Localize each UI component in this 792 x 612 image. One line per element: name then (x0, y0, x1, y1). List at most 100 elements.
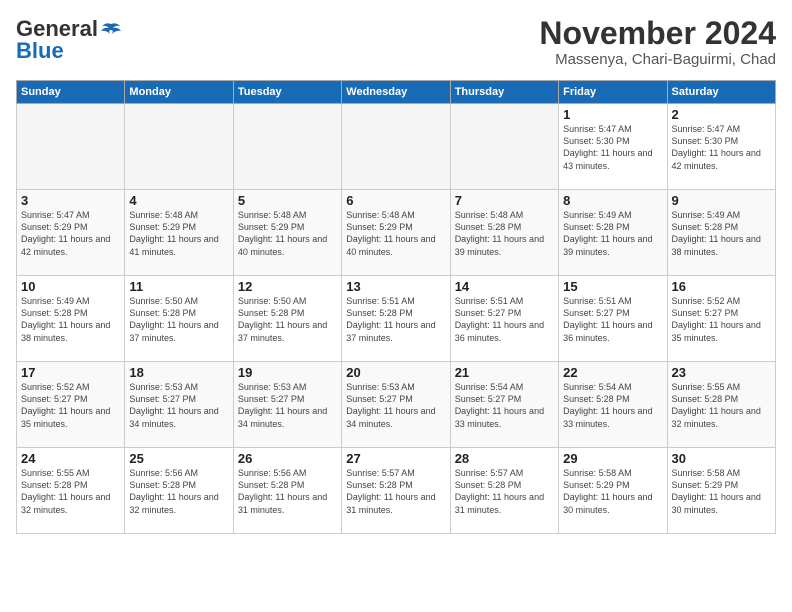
day-number: 10 (21, 279, 120, 294)
day-number: 28 (455, 451, 554, 466)
week-row-2: 3Sunrise: 5:47 AM Sunset: 5:29 PM Daylig… (17, 190, 776, 276)
day-cell: 10Sunrise: 5:49 AM Sunset: 5:28 PM Dayli… (17, 276, 125, 362)
day-cell: 26Sunrise: 5:56 AM Sunset: 5:28 PM Dayli… (233, 448, 341, 534)
day-cell: 9Sunrise: 5:49 AM Sunset: 5:28 PM Daylig… (667, 190, 775, 276)
day-detail: Sunrise: 5:49 AM Sunset: 5:28 PM Dayligh… (563, 209, 662, 258)
day-cell: 14Sunrise: 5:51 AM Sunset: 5:27 PM Dayli… (450, 276, 558, 362)
day-number: 21 (455, 365, 554, 380)
month-title: November 2024 (539, 16, 776, 51)
day-number: 29 (563, 451, 662, 466)
day-cell: 5Sunrise: 5:48 AM Sunset: 5:29 PM Daylig… (233, 190, 341, 276)
logo-blue: Blue (16, 38, 64, 64)
day-number: 25 (129, 451, 228, 466)
day-number: 7 (455, 193, 554, 208)
week-row-5: 24Sunrise: 5:55 AM Sunset: 5:28 PM Dayli… (17, 448, 776, 534)
day-number: 23 (672, 365, 771, 380)
day-cell: 25Sunrise: 5:56 AM Sunset: 5:28 PM Dayli… (125, 448, 233, 534)
day-detail: Sunrise: 5:52 AM Sunset: 5:27 PM Dayligh… (21, 381, 120, 430)
day-number: 3 (21, 193, 120, 208)
day-detail: Sunrise: 5:50 AM Sunset: 5:28 PM Dayligh… (129, 295, 228, 344)
day-cell: 19Sunrise: 5:53 AM Sunset: 5:27 PM Dayli… (233, 362, 341, 448)
day-cell (450, 104, 558, 190)
day-number: 20 (346, 365, 445, 380)
week-row-1: 1Sunrise: 5:47 AM Sunset: 5:30 PM Daylig… (17, 104, 776, 190)
day-detail: Sunrise: 5:58 AM Sunset: 5:29 PM Dayligh… (672, 467, 771, 516)
day-cell: 13Sunrise: 5:51 AM Sunset: 5:28 PM Dayli… (342, 276, 450, 362)
page-header: General Blue November 2024 Massenya, Cha… (16, 16, 776, 68)
week-row-4: 17Sunrise: 5:52 AM Sunset: 5:27 PM Dayli… (17, 362, 776, 448)
calendar-table: SundayMondayTuesdayWednesdayThursdayFrid… (16, 80, 776, 534)
day-detail: Sunrise: 5:58 AM Sunset: 5:29 PM Dayligh… (563, 467, 662, 516)
day-detail: Sunrise: 5:47 AM Sunset: 5:29 PM Dayligh… (21, 209, 120, 258)
col-header-saturday: Saturday (667, 81, 775, 104)
day-cell: 12Sunrise: 5:50 AM Sunset: 5:28 PM Dayli… (233, 276, 341, 362)
logo: General Blue (16, 16, 122, 64)
day-detail: Sunrise: 5:51 AM Sunset: 5:27 PM Dayligh… (455, 295, 554, 344)
day-number: 1 (563, 107, 662, 122)
day-number: 14 (455, 279, 554, 294)
page-container: General Blue November 2024 Massenya, Cha… (0, 0, 792, 542)
day-cell: 3Sunrise: 5:47 AM Sunset: 5:29 PM Daylig… (17, 190, 125, 276)
day-detail: Sunrise: 5:48 AM Sunset: 5:29 PM Dayligh… (129, 209, 228, 258)
day-detail: Sunrise: 5:56 AM Sunset: 5:28 PM Dayligh… (238, 467, 337, 516)
day-number: 8 (563, 193, 662, 208)
day-cell: 27Sunrise: 5:57 AM Sunset: 5:28 PM Dayli… (342, 448, 450, 534)
day-cell: 29Sunrise: 5:58 AM Sunset: 5:29 PM Dayli… (559, 448, 667, 534)
day-detail: Sunrise: 5:50 AM Sunset: 5:28 PM Dayligh… (238, 295, 337, 344)
day-detail: Sunrise: 5:55 AM Sunset: 5:28 PM Dayligh… (21, 467, 120, 516)
day-cell (342, 104, 450, 190)
day-cell: 2Sunrise: 5:47 AM Sunset: 5:30 PM Daylig… (667, 104, 775, 190)
day-detail: Sunrise: 5:49 AM Sunset: 5:28 PM Dayligh… (21, 295, 120, 344)
day-detail: Sunrise: 5:51 AM Sunset: 5:28 PM Dayligh… (346, 295, 445, 344)
day-cell: 7Sunrise: 5:48 AM Sunset: 5:28 PM Daylig… (450, 190, 558, 276)
day-detail: Sunrise: 5:57 AM Sunset: 5:28 PM Dayligh… (346, 467, 445, 516)
day-cell: 6Sunrise: 5:48 AM Sunset: 5:29 PM Daylig… (342, 190, 450, 276)
day-number: 17 (21, 365, 120, 380)
day-cell: 1Sunrise: 5:47 AM Sunset: 5:30 PM Daylig… (559, 104, 667, 190)
day-number: 6 (346, 193, 445, 208)
day-number: 18 (129, 365, 228, 380)
col-header-wednesday: Wednesday (342, 81, 450, 104)
day-cell: 18Sunrise: 5:53 AM Sunset: 5:27 PM Dayli… (125, 362, 233, 448)
day-detail: Sunrise: 5:47 AM Sunset: 5:30 PM Dayligh… (563, 123, 662, 172)
day-cell (233, 104, 341, 190)
day-detail: Sunrise: 5:48 AM Sunset: 5:28 PM Dayligh… (455, 209, 554, 258)
day-cell: 11Sunrise: 5:50 AM Sunset: 5:28 PM Dayli… (125, 276, 233, 362)
col-header-sunday: Sunday (17, 81, 125, 104)
day-cell: 20Sunrise: 5:53 AM Sunset: 5:27 PM Dayli… (342, 362, 450, 448)
day-number: 5 (238, 193, 337, 208)
day-detail: Sunrise: 5:48 AM Sunset: 5:29 PM Dayligh… (346, 209, 445, 258)
day-detail: Sunrise: 5:47 AM Sunset: 5:30 PM Dayligh… (672, 123, 771, 172)
day-number: 26 (238, 451, 337, 466)
day-detail: Sunrise: 5:51 AM Sunset: 5:27 PM Dayligh… (563, 295, 662, 344)
day-detail: Sunrise: 5:57 AM Sunset: 5:28 PM Dayligh… (455, 467, 554, 516)
day-number: 30 (672, 451, 771, 466)
day-cell: 30Sunrise: 5:58 AM Sunset: 5:29 PM Dayli… (667, 448, 775, 534)
day-number: 22 (563, 365, 662, 380)
day-number: 27 (346, 451, 445, 466)
day-cell: 28Sunrise: 5:57 AM Sunset: 5:28 PM Dayli… (450, 448, 558, 534)
day-cell: 16Sunrise: 5:52 AM Sunset: 5:27 PM Dayli… (667, 276, 775, 362)
day-detail: Sunrise: 5:56 AM Sunset: 5:28 PM Dayligh… (129, 467, 228, 516)
col-header-monday: Monday (125, 81, 233, 104)
day-number: 13 (346, 279, 445, 294)
day-cell: 24Sunrise: 5:55 AM Sunset: 5:28 PM Dayli… (17, 448, 125, 534)
location: Massenya, Chari-Baguirmi, Chad (539, 51, 776, 68)
day-detail: Sunrise: 5:53 AM Sunset: 5:27 PM Dayligh… (346, 381, 445, 430)
day-cell: 4Sunrise: 5:48 AM Sunset: 5:29 PM Daylig… (125, 190, 233, 276)
day-number: 12 (238, 279, 337, 294)
col-header-friday: Friday (559, 81, 667, 104)
day-number: 24 (21, 451, 120, 466)
day-cell (17, 104, 125, 190)
day-cell: 21Sunrise: 5:54 AM Sunset: 5:27 PM Dayli… (450, 362, 558, 448)
title-block: November 2024 Massenya, Chari-Baguirmi, … (539, 16, 776, 68)
logo-bird-icon (100, 22, 122, 38)
day-detail: Sunrise: 5:52 AM Sunset: 5:27 PM Dayligh… (672, 295, 771, 344)
col-header-tuesday: Tuesday (233, 81, 341, 104)
week-row-3: 10Sunrise: 5:49 AM Sunset: 5:28 PM Dayli… (17, 276, 776, 362)
day-cell: 8Sunrise: 5:49 AM Sunset: 5:28 PM Daylig… (559, 190, 667, 276)
day-cell: 15Sunrise: 5:51 AM Sunset: 5:27 PM Dayli… (559, 276, 667, 362)
day-detail: Sunrise: 5:48 AM Sunset: 5:29 PM Dayligh… (238, 209, 337, 258)
day-cell: 17Sunrise: 5:52 AM Sunset: 5:27 PM Dayli… (17, 362, 125, 448)
day-detail: Sunrise: 5:55 AM Sunset: 5:28 PM Dayligh… (672, 381, 771, 430)
